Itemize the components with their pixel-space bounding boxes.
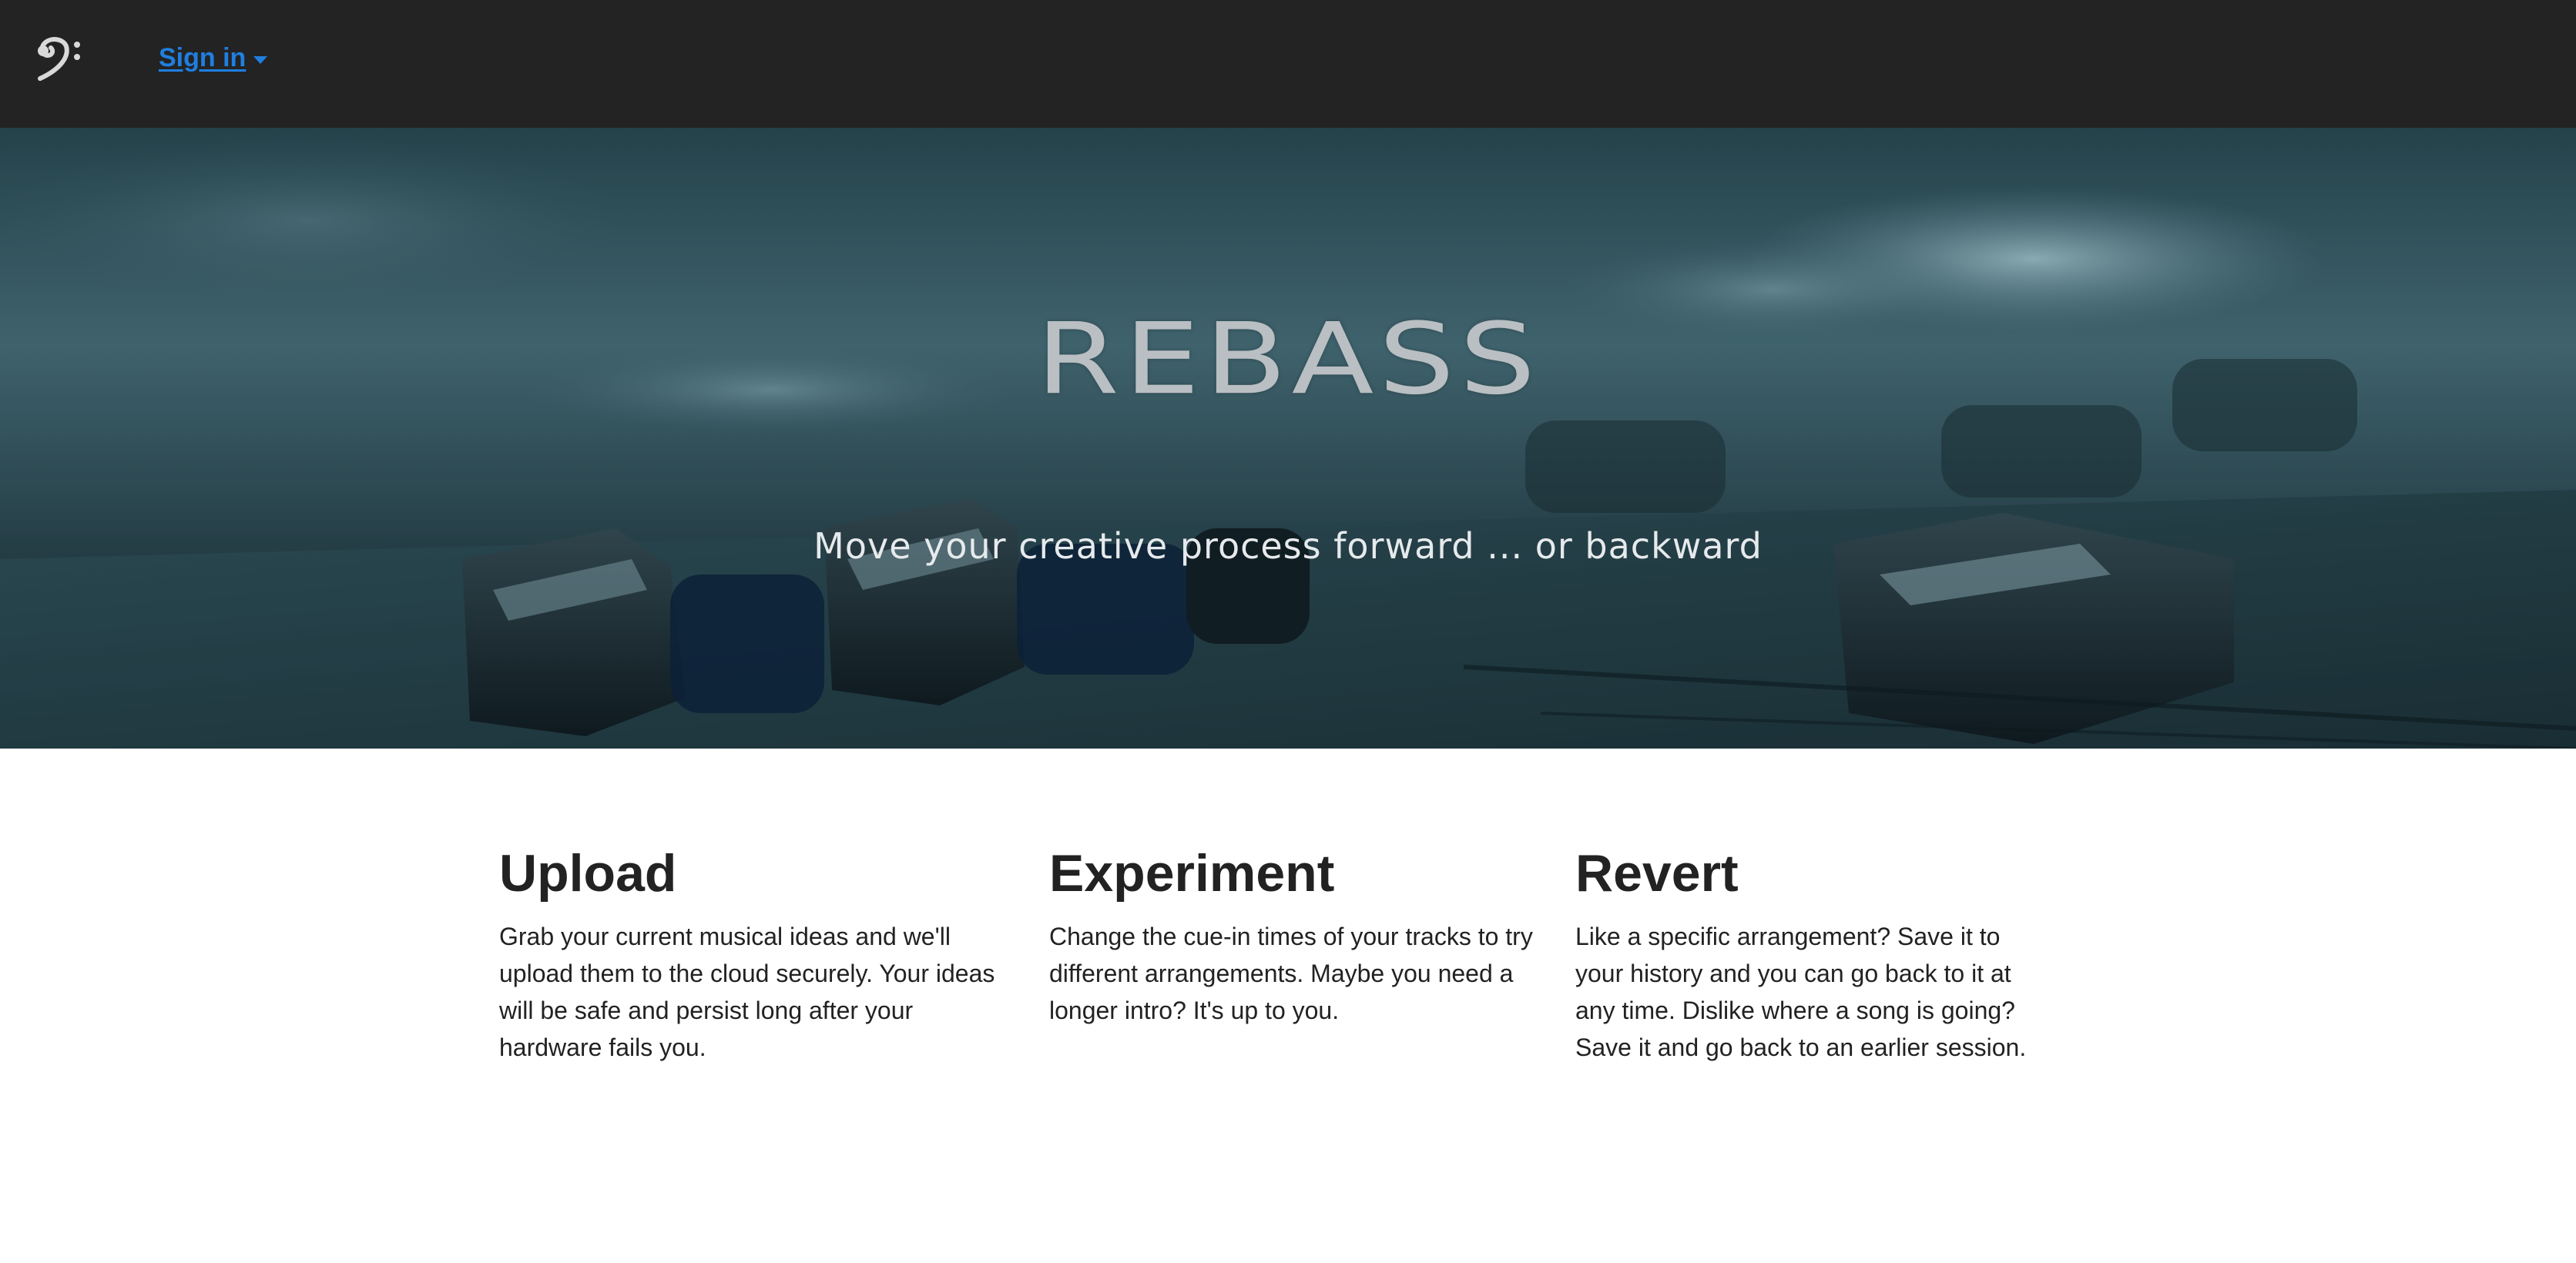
feature-experiment: Experiment Change the cue-in times of yo… xyxy=(1049,847,1542,1029)
feature-title: Upload xyxy=(499,844,677,903)
feature-title: Revert xyxy=(1575,844,1739,903)
feature-description: Like a specific arrangement? Save it to … xyxy=(1575,923,2027,1061)
feature-revert: Revert Like a specific arrangement? Save… xyxy=(1575,847,2053,1066)
feature-description: Grab your current musical ideas and we'l… xyxy=(499,923,995,1061)
navbar: Sign in xyxy=(0,0,2576,128)
caret-down-icon xyxy=(253,55,268,64)
bass-clef-icon[interactable] xyxy=(34,34,89,85)
hero-banner: REBASS Move your creative process forwar… xyxy=(0,128,2576,749)
sign-in-label[interactable]: Sign in xyxy=(159,43,246,73)
sign-in-dropdown[interactable]: Sign in xyxy=(159,43,268,73)
feature-upload: Upload Grab your current musical ideas a… xyxy=(499,847,1012,1066)
feature-title: Experiment xyxy=(1049,844,1335,903)
hero-subtitle: Move your creative process forward ... o… xyxy=(813,525,1763,567)
feature-description: Change the cue-in times of your tracks t… xyxy=(1049,923,1533,1024)
hero-title: REBASS xyxy=(1035,301,1541,417)
mixer-faders-background xyxy=(0,128,2576,749)
